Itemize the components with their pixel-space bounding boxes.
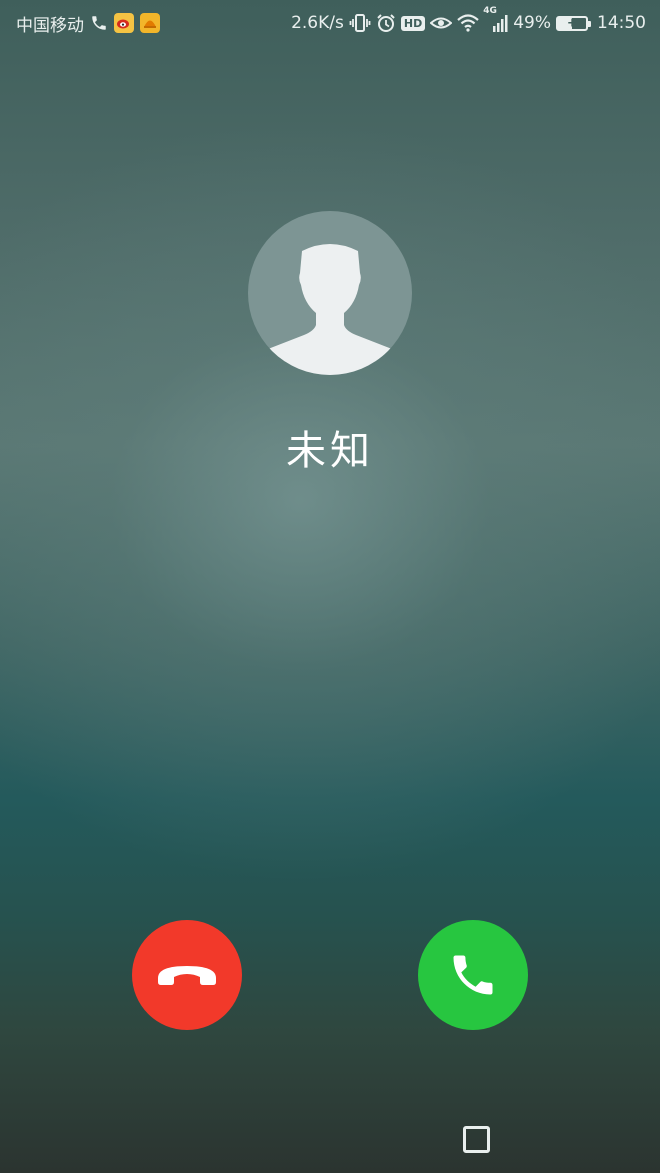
alarm-icon <box>376 13 396 33</box>
app-notification-icon <box>140 13 160 33</box>
phone-answer-icon <box>447 949 499 1001</box>
hd-icon: HD <box>400 15 426 31</box>
eye-comfort-icon <box>430 14 453 32</box>
battery-percent-label: 49% <box>513 13 551 33</box>
weibo-app-icon <box>114 13 134 33</box>
time-label: 14:50 <box>597 13 646 33</box>
default-avatar-icon <box>248 211 412 375</box>
net-speed-label: 2.6K/s <box>291 13 344 33</box>
caller-name: 未知 <box>286 428 374 474</box>
signal-icon: 4G <box>483 7 508 33</box>
carrier-label: 中国移动 <box>16 15 84 36</box>
phone-icon <box>90 14 108 32</box>
status-right: 2.6K/s HD 4G 49% + 14:50 <box>291 7 646 34</box>
answer-call-button[interactable] <box>418 920 528 1030</box>
status-bar: 中国移动 2.6K/s HD 4G 49% + 14:50 <box>0 0 660 46</box>
status-left: 中国移动 <box>16 11 160 36</box>
wifi-icon <box>457 14 479 32</box>
decline-call-button[interactable] <box>132 920 242 1030</box>
network-type-label: 4G <box>483 6 497 16</box>
charging-plus-icon: + <box>566 15 578 30</box>
square-recents-icon[interactable] <box>463 1126 490 1153</box>
hang-up-icon <box>154 960 220 990</box>
battery-charging-icon: + <box>556 15 591 31</box>
vibrate-icon <box>349 13 371 33</box>
